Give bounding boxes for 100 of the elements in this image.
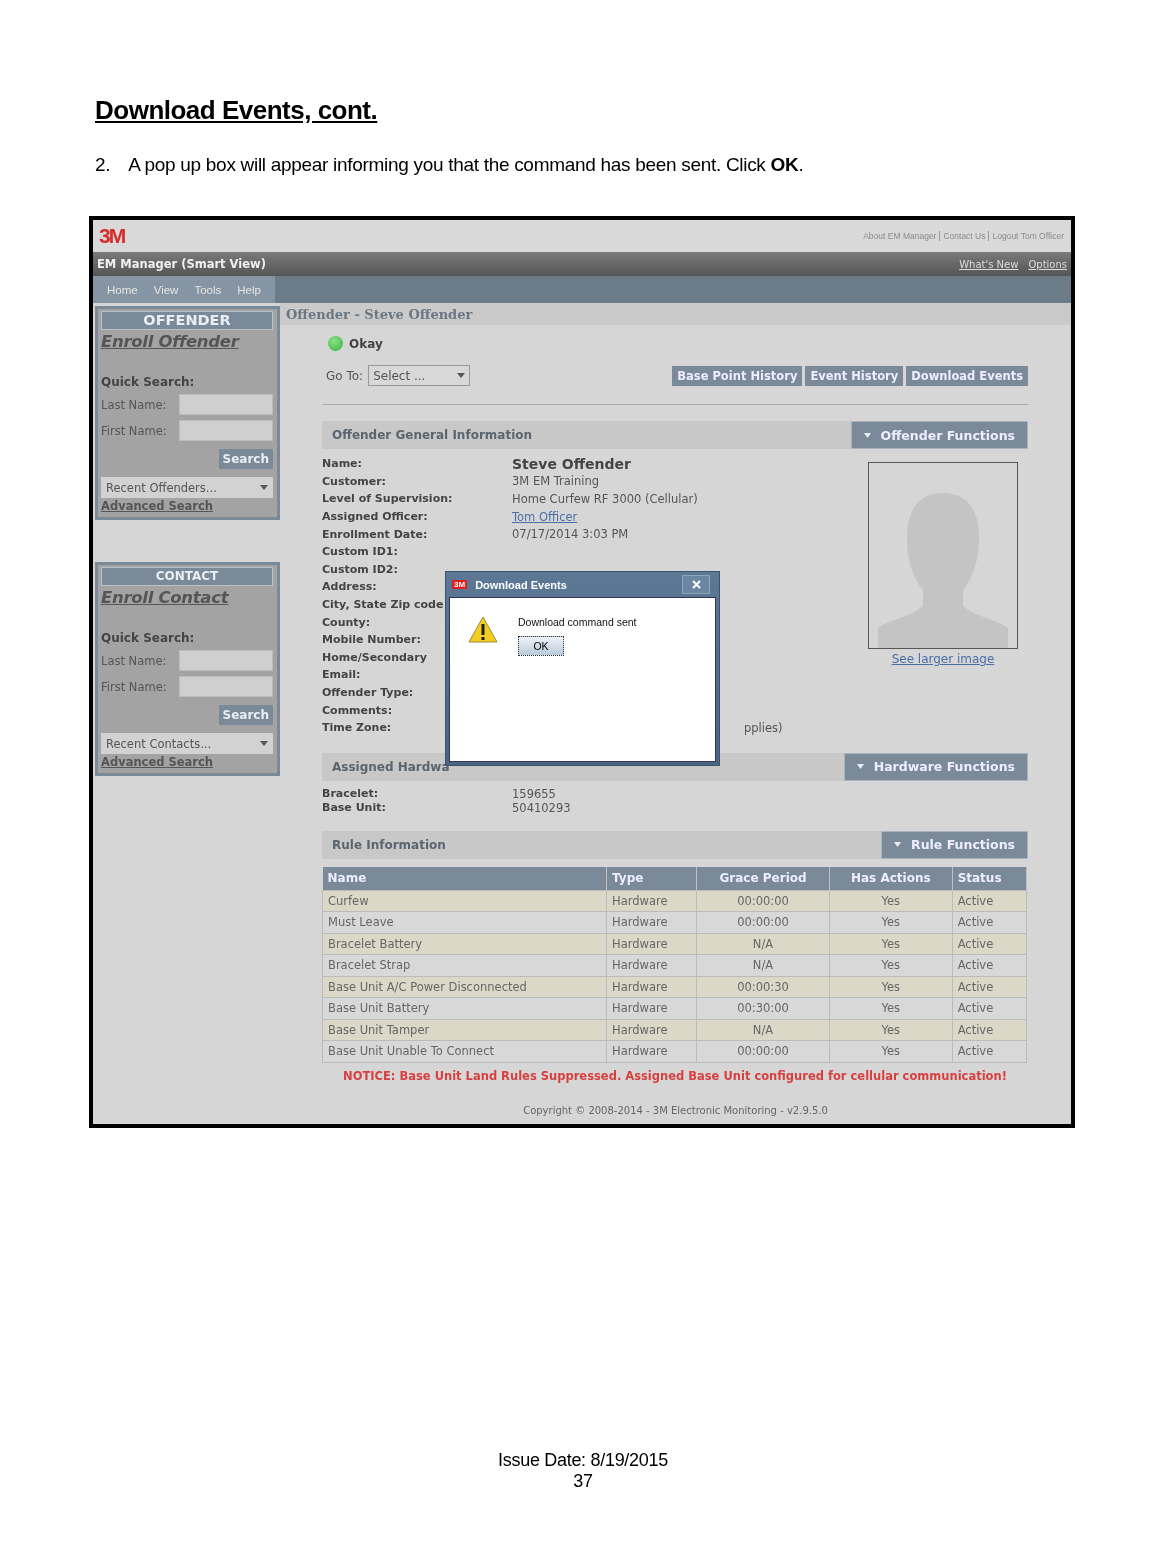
input-field[interactable] [179,420,273,441]
table-cell: Base Unit A/C Power Disconnected [322,976,607,998]
section-title: Offender General Information [331,428,533,442]
table-cell: Yes [829,890,953,912]
title-link[interactable]: Options [1028,258,1067,270]
page-number: 37 [573,1471,593,1492]
table-cell: Base Unit Unable To Connect [322,1040,607,1062]
issue-date: Issue Date: 8/19/2015 [498,1450,668,1471]
table-cell: Hardware [606,890,697,912]
table-cell: Bracelet Battery [322,933,607,955]
close-icon [691,580,701,589]
field-value: pplies) [743,720,783,735]
field-label: Enrollment Date: [322,527,428,541]
functions-button[interactable]: Rule Functions [881,830,1028,859]
brand-logo: 3M [99,224,125,248]
copyright-text: Copyright © 2008-2014 - 3M Electronic Monitoring - v2.9.5.0 [522,1104,829,1116]
status-text: Okay [349,336,383,351]
table-cell: Bracelet Strap [322,954,607,976]
field-value: 50410293 [512,800,571,815]
advanced-search-link[interactable]: Advanced Search [101,499,273,513]
title-link[interactable]: What's New [959,258,1019,270]
enroll-link[interactable]: Enroll Offender [101,332,273,351]
section-title: Rule Information [331,837,446,852]
notice-text: NOTICE: Base Unit Land Rules Suppressed. Assigned Base Unit configured for cellular communication! [342,1068,1008,1083]
menu-item[interactable]: Tools [186,283,230,296]
action-button[interactable]: Base Point History [672,365,803,386]
field-label: Assigned Officer: [322,510,428,524]
ok-button[interactable]: OK [518,636,564,656]
field-label: City, State Zip code [322,598,444,612]
caret-icon [863,432,871,438]
field-label: Name: [322,457,362,471]
field-label: First Name: [101,423,167,438]
column-header: Type [606,866,697,890]
input-field[interactable] [179,650,273,671]
column-header: Status [952,866,1027,890]
action-button[interactable]: Download Events [906,365,1028,386]
action-button[interactable]: Event History [805,365,904,386]
field-value: Home Curfew RF 3000 (Cellular) [512,492,698,506]
header-link[interactable]: Logout Tom Officer [988,231,1067,241]
dropdown-caret-icon [260,741,268,746]
status-dot-icon [328,336,343,351]
column-header: Has Actions [829,866,953,890]
warning-icon [468,616,498,643]
search-button[interactable]: Search [218,449,273,469]
field-label: Bracelet: [322,787,379,800]
recent-dropdown[interactable]: Recent Offenders... [101,477,273,498]
dialog-message: Download command sent [518,616,637,628]
panel-header: CONTACT [101,567,273,586]
field-label: Custom ID2: [322,562,398,576]
enroll-link[interactable]: Enroll Contact [101,588,273,607]
functions-button[interactable]: Offender Functions [850,421,1028,449]
field-label: Time Zone: [322,721,392,735]
field-label: Mobile Number: [322,633,421,647]
table-cell: Must Leave [322,911,607,933]
page-heading: Download Events, cont. [95,95,378,126]
field-label: Address: [322,580,377,594]
larger-image-link[interactable]: See larger image [891,652,995,666]
field-label: Custom ID1: [322,545,398,559]
field-label: First Name: [101,679,167,694]
dropdown-caret-icon [260,485,268,490]
goto-dropdown[interactable]: Select ... [368,365,471,386]
recent-dropdown[interactable]: Recent Contacts... [101,733,273,754]
dropdown-caret-icon [457,373,466,378]
field-value: Steve Offender [512,455,631,472]
quick-search-label: Quick Search: [101,631,196,645]
column-header: Name [322,866,607,890]
step-number: 2. [95,154,111,176]
close-button[interactable] [682,575,710,594]
goto-label: Go To: [326,368,364,383]
menu-item[interactable]: View [145,283,187,296]
menu-item[interactable]: Help [229,283,269,296]
table-cell: Active [952,890,1027,912]
functions-button[interactable]: Hardware Functions [843,752,1028,781]
column-header: Grace Period [696,866,830,890]
field-label: Customer: [322,474,386,488]
search-button[interactable]: Search [218,705,273,725]
field-value: 3M EM Training [512,474,600,489]
field-label: Offender Type: [322,686,414,699]
table-cell: Base Unit Battery [322,997,607,1019]
menu-item[interactable]: Home [99,283,146,296]
dialog-logo: 3M [452,580,468,589]
field-label: Base Unit: [322,801,386,814]
header-link[interactable]: Contact Us [939,231,989,241]
input-field[interactable] [179,676,273,697]
table-cell: 00:00:00 [696,890,830,912]
field-value: 07/17/2014 3:03 PM [512,527,629,542]
table-cell: Base Unit Tamper [322,1019,607,1041]
panel-header: OFFENDER [101,311,273,330]
officer-link[interactable]: Tom Officer [512,509,578,524]
advanced-search-link[interactable]: Advanced Search [101,755,273,769]
step-instruction: A pop up box will appear informing you that the command has been sent. Click OK. [128,154,804,176]
field-label: Home/Secondary [322,650,427,664]
section-title: Assigned Hardwa [331,759,450,774]
field-label: Comments: [322,703,393,717]
table-cell: Curfew [322,890,607,912]
header-link[interactable]: About EM Manager [860,231,940,241]
quick-search-label: Quick Search: [101,375,196,389]
field-label: County: [322,615,371,629]
input-field[interactable] [179,394,273,415]
caret-icon [856,764,864,769]
